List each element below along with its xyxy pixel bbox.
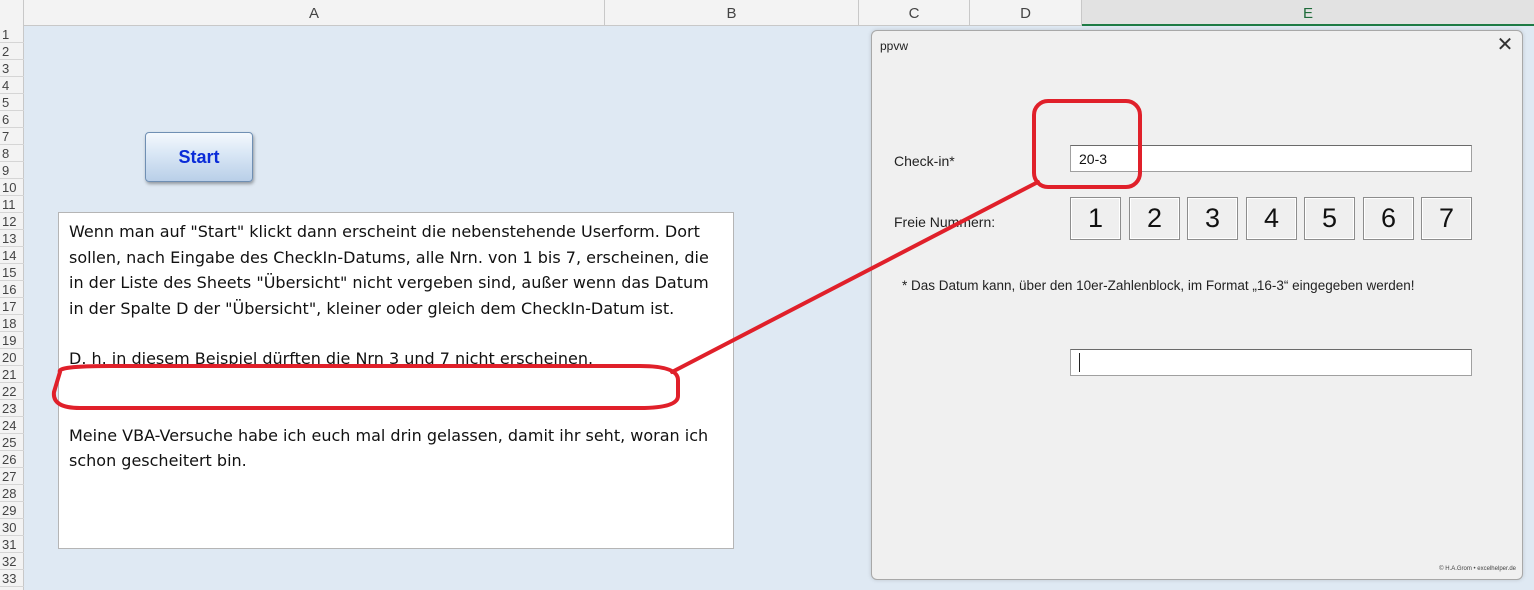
row-header-7[interactable]: 7	[0, 128, 24, 145]
checkin-input[interactable]	[1070, 145, 1472, 172]
row-header-31[interactable]: 31	[0, 536, 24, 553]
row-header-10[interactable]: 10	[0, 179, 24, 196]
row-header-6[interactable]: 6	[0, 111, 24, 128]
number-button-3[interactable]: 3	[1187, 197, 1238, 240]
row-header-28[interactable]: 28	[0, 485, 24, 502]
number-button-5[interactable]: 5	[1304, 197, 1355, 240]
row-header-4[interactable]: 4	[0, 77, 24, 94]
userform-dialog: ppvw ✕ Check-in* Freie Nummern: 1 2 3 4 …	[871, 30, 1523, 580]
row-header-21[interactable]: 21	[0, 366, 24, 383]
row-header-26[interactable]: 26	[0, 451, 24, 468]
row-header-8[interactable]: 8	[0, 145, 24, 162]
row-header-17[interactable]: 17	[0, 298, 24, 315]
row-header-5[interactable]: 5	[0, 94, 24, 111]
column-header-e[interactable]: E	[1082, 0, 1534, 26]
result-input[interactable]	[1070, 349, 1472, 376]
column-header-a[interactable]: A	[24, 0, 605, 26]
row-header-12[interactable]: 12	[0, 213, 24, 230]
column-header-b[interactable]: B	[605, 0, 859, 26]
row-header-30[interactable]: 30	[0, 519, 24, 536]
row-header-1[interactable]: 1	[0, 26, 24, 43]
text-cursor	[1079, 353, 1080, 372]
row-header-29[interactable]: 29	[0, 502, 24, 519]
column-header-d[interactable]: D	[970, 0, 1082, 26]
row-header-14[interactable]: 14	[0, 247, 24, 264]
row-header-20[interactable]: 20	[0, 349, 24, 366]
date-format-note: * Das Datum kann, über den 10er-Zahlenbl…	[902, 278, 1415, 293]
number-button-2[interactable]: 2	[1129, 197, 1180, 240]
row-header-18[interactable]: 18	[0, 315, 24, 332]
row-header-9[interactable]: 9	[0, 162, 24, 179]
row-header-11[interactable]: 11	[0, 196, 24, 213]
number-button-6[interactable]: 6	[1363, 197, 1414, 240]
spreadsheet: A B C D E 1 2 3 4 5 6 7 8 9 10 11 12 13 14 15 16 17 18 19 2…	[0, 0, 1534, 590]
number-button-7[interactable]: 7	[1421, 197, 1472, 240]
row-header-25[interactable]: 25	[0, 434, 24, 451]
userform-title: ppvw	[880, 39, 909, 53]
description-paragraph-2: D. h. in diesem Beispiel dürften die Nrn…	[69, 349, 594, 368]
row-header-2[interactable]: 2	[0, 43, 24, 60]
copyright-text: © H.A.Grom • excelhelper.de	[1439, 566, 1516, 572]
row-header-16[interactable]: 16	[0, 281, 24, 298]
row-header-27[interactable]: 27	[0, 468, 24, 485]
freie-nummern-label: Freie Nummern:	[894, 214, 996, 230]
row-header-32[interactable]: 32	[0, 553, 24, 570]
number-button-4[interactable]: 4	[1246, 197, 1297, 240]
row-header-13[interactable]: 13	[0, 230, 24, 247]
checkin-label: Check-in*	[894, 153, 955, 169]
description-paragraph-1: Wenn man auf "Start" klickt dann erschei…	[69, 222, 709, 318]
select-all-corner[interactable]	[0, 0, 24, 26]
row-header-23[interactable]: 23	[0, 400, 24, 417]
row-header-33[interactable]: 33	[0, 570, 24, 587]
row-header-24[interactable]: 24	[0, 417, 24, 434]
row-header-bar: 1 2 3 4 5 6 7 8 9 10 11 12 13 14 15 16 17 18 19 20 21 22 23 24 2…	[0, 26, 24, 590]
description-textbox: Wenn man auf "Start" klickt dann erschei…	[58, 212, 734, 549]
row-header-3[interactable]: 3	[0, 60, 24, 77]
column-header-c[interactable]: C	[859, 0, 970, 26]
description-paragraph-3: Meine VBA-Versuche habe ich euch mal dri…	[69, 425, 709, 471]
start-button[interactable]: Start	[145, 132, 253, 182]
close-icon[interactable]: ✕	[1494, 33, 1516, 57]
row-header-15[interactable]: 15	[0, 264, 24, 281]
row-header-19[interactable]: 19	[0, 332, 24, 349]
row-header-22[interactable]: 22	[0, 383, 24, 400]
column-header-bar: A B C D E	[0, 0, 1534, 26]
number-button-1[interactable]: 1	[1070, 197, 1121, 240]
